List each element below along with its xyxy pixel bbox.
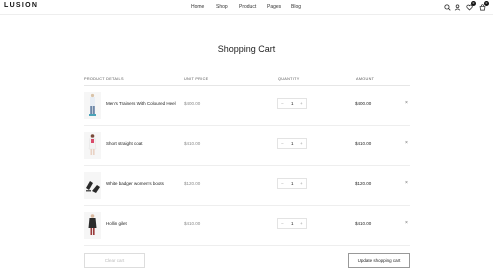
decrease-button[interactable]: − xyxy=(281,141,284,146)
product-name[interactable]: Men's Trainers With Coloured Heel xyxy=(106,101,176,106)
line-amount: $120.00 xyxy=(355,181,372,186)
cart-count-badge: 0 xyxy=(484,1,489,6)
quantity-stepper[interactable]: − 1 + xyxy=(277,138,307,149)
product-name[interactable]: White badger women's boots xyxy=(106,181,164,186)
col-header-amount: AMOUNT xyxy=(356,77,375,81)
quantity-stepper[interactable]: − 1 + xyxy=(277,178,307,189)
increase-button[interactable]: + xyxy=(300,141,303,146)
quantity-value[interactable]: 1 xyxy=(291,221,294,226)
decrease-button[interactable]: − xyxy=(281,181,284,186)
product-thumbnail[interactable] xyxy=(84,172,101,199)
unit-price: $120.00 xyxy=(184,181,201,186)
col-header-quantity: QUANTITY xyxy=(278,77,300,81)
update-cart-button[interactable]: Update shopping cart xyxy=(348,253,410,268)
user-icon[interactable] xyxy=(453,3,461,11)
search-icon[interactable] xyxy=(443,3,451,11)
unit-price: $410.00 xyxy=(184,221,201,226)
clear-cart-button[interactable]: Clear cart xyxy=(84,253,145,268)
heart-icon[interactable]: 0 xyxy=(465,1,476,11)
decrease-button[interactable]: − xyxy=(281,101,284,106)
decrease-button[interactable]: − xyxy=(281,221,284,226)
product-name[interactable]: Hollin gilet xyxy=(106,221,127,226)
unit-price: $400.00 xyxy=(184,101,201,106)
col-header-product: PRODUCT DETAILS xyxy=(84,77,124,81)
product-name[interactable]: Short straight coat xyxy=(106,141,143,146)
table-row: Men's Trainers With Coloured Heel $400.0… xyxy=(84,86,410,126)
remove-item-button[interactable]: × xyxy=(405,140,408,146)
col-header-unit-price: UNIT PRICE xyxy=(184,77,209,81)
logo[interactable]: LUSION xyxy=(4,2,38,9)
increase-button[interactable]: + xyxy=(300,181,303,186)
table-row: White badger women's boots $120.00 − 1 +… xyxy=(84,166,410,206)
quantity-stepper[interactable]: − 1 + xyxy=(277,218,307,229)
increase-button[interactable]: + xyxy=(300,221,303,226)
nav-home[interactable]: Home xyxy=(191,4,204,10)
nav-shop[interactable]: Shop xyxy=(216,4,228,10)
nav-blog[interactable]: Blog xyxy=(291,4,301,10)
table-row: Short straight coat $410.00 − 1 + $410.0… xyxy=(84,126,410,166)
remove-item-button[interactable]: × xyxy=(405,180,408,186)
cart-icon[interactable]: 0 xyxy=(478,1,489,11)
line-amount: $410.00 xyxy=(355,141,372,146)
page-title: Shopping Cart xyxy=(217,44,276,54)
line-amount: $410.00 xyxy=(355,221,372,226)
table-row: Hollin gilet $410.00 − 1 + $410.00 × xyxy=(84,206,410,246)
product-thumbnail[interactable] xyxy=(84,212,101,239)
wishlist-count-badge: 0 xyxy=(471,1,476,6)
product-thumbnail[interactable] xyxy=(84,132,101,159)
unit-price: $410.00 xyxy=(184,141,201,146)
quantity-value[interactable]: 1 xyxy=(291,101,294,106)
increase-button[interactable]: + xyxy=(300,101,303,106)
line-amount: $400.00 xyxy=(355,101,372,106)
site-header: LUSION Home Shop Product Pages Blog 0 0 xyxy=(0,0,493,15)
quantity-value[interactable]: 1 xyxy=(291,141,294,146)
product-thumbnail[interactable] xyxy=(84,92,101,119)
quantity-value[interactable]: 1 xyxy=(291,181,294,186)
remove-item-button[interactable]: × xyxy=(405,100,408,106)
remove-item-button[interactable]: × xyxy=(405,220,408,226)
quantity-stepper[interactable]: − 1 + xyxy=(277,98,307,109)
nav-product[interactable]: Product xyxy=(239,4,256,10)
nav-pages[interactable]: Pages xyxy=(267,4,281,10)
